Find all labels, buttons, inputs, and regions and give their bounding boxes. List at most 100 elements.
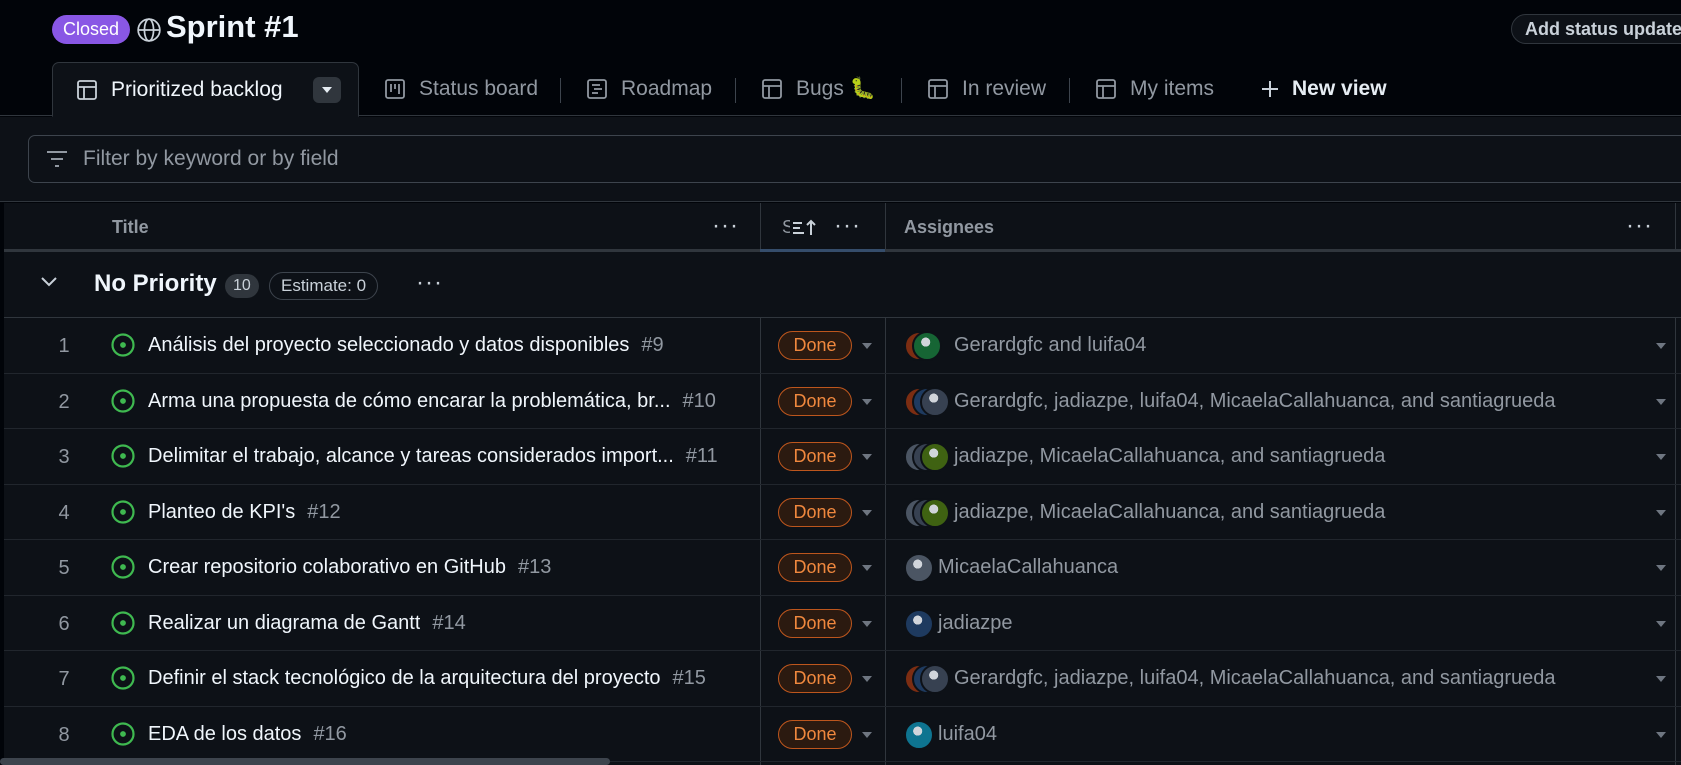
- status-badge[interactable]: Done: [778, 442, 852, 471]
- chevron-down-icon[interactable]: [1655, 342, 1667, 350]
- filter-input[interactable]: [83, 136, 1583, 182]
- tab-in-review[interactable]: In review: [926, 62, 1046, 116]
- status-badge[interactable]: Done: [778, 664, 852, 693]
- chevron-down-icon[interactable]: [861, 342, 873, 350]
- table-icon: [762, 79, 782, 99]
- table-row[interactable]: 7 Definir el stack tecnológico de la arq…: [4, 651, 1681, 707]
- issue-title-link[interactable]: Arma una propuesta de cómo encarar la pr…: [148, 390, 671, 413]
- issue-title-link[interactable]: Crear repositorio colaborativo en GitHub: [148, 556, 506, 579]
- chevron-down-icon[interactable]: [1655, 398, 1667, 406]
- new-view-button[interactable]: New view: [1260, 62, 1387, 116]
- avatar: [920, 386, 950, 417]
- chevron-down-icon[interactable]: [1655, 509, 1667, 517]
- chevron-down-icon[interactable]: [861, 453, 873, 461]
- column-header-title[interactable]: Title: [112, 203, 149, 252]
- status-badge[interactable]: Done: [778, 553, 852, 582]
- chevron-down-icon[interactable]: [1655, 453, 1667, 461]
- status-badge[interactable]: Done: [778, 719, 852, 749]
- filter-icon: [47, 151, 67, 167]
- table-row[interactable]: 1 Análisis del proyecto seleccionado y d…: [4, 318, 1681, 374]
- tab-bugs[interactable]: Bugs 🐛: [760, 62, 876, 116]
- issue-title-link[interactable]: Delimitar el trabajo, alcance y tareas c…: [148, 445, 674, 468]
- tab-roadmap[interactable]: Roadmap: [585, 62, 712, 116]
- table-row[interactable]: 5 Crear repositorio colaborativo en GitH…: [4, 540, 1681, 596]
- status-column-menu-icon[interactable]: ···: [834, 214, 861, 238]
- issue-opened-icon: [111, 721, 135, 746]
- assignees-text[interactable]: luifa04: [938, 723, 997, 746]
- assignees-column-menu-icon[interactable]: ···: [1626, 214, 1653, 238]
- tab-label: Prioritized backlog: [111, 77, 283, 101]
- issue-number: #12: [307, 500, 341, 523]
- issue-opened-icon: [111, 555, 135, 579]
- row-number: 5: [58, 557, 70, 579]
- group-menu-icon[interactable]: ···: [416, 271, 443, 295]
- issue-title-link[interactable]: Definir el stack tecnológico de la arqui…: [148, 667, 661, 690]
- table-row[interactable]: 8 EDA de los datos #16 Done luifa04: [4, 707, 1681, 762]
- chevron-down-icon[interactable]: [861, 675, 873, 683]
- tab-label: My items: [1130, 77, 1214, 100]
- issue-opened-icon: [111, 333, 135, 357]
- table-row[interactable]: 2 Arma una propuesta de cómo encarar la …: [4, 374, 1681, 429]
- column-header-assignees[interactable]: Assignees: [904, 203, 994, 252]
- issue-title-link[interactable]: Planteo de KPI's: [148, 501, 295, 524]
- chevron-down-icon[interactable]: [861, 620, 873, 628]
- row-number: 3: [58, 446, 70, 468]
- project-header: Closed Sprint #1 Add status update: [0, 0, 1681, 60]
- plus-icon: [1262, 81, 1278, 97]
- project-page: Closed Sprint #1 Add status update Prior…: [0, 0, 1681, 765]
- table-row[interactable]: 6 Realizar un diagrama de Gantt #14 Done…: [4, 596, 1681, 651]
- add-status-update-button[interactable]: Add status update: [1511, 14, 1681, 44]
- assignees-text[interactable]: jadiazpe, MicaelaCallahuanca, and santia…: [954, 501, 1385, 524]
- issue-title-link[interactable]: EDA de los datos: [148, 723, 301, 746]
- issue-title-link[interactable]: Realizar un diagrama de Gantt: [148, 612, 420, 635]
- chevron-down-icon[interactable]: [861, 398, 873, 406]
- row-number: 7: [58, 668, 70, 690]
- status-badge[interactable]: Done: [778, 608, 852, 638]
- assignees-text[interactable]: Gerardgfc, jadiazpe, luifa04, MicaelaCal…: [954, 667, 1556, 690]
- table-icon: [77, 79, 97, 100]
- chevron-down-icon[interactable]: [1655, 564, 1667, 572]
- triangle-down-icon: [321, 86, 332, 93]
- avatar: [904, 719, 934, 750]
- row-number: 6: [58, 612, 70, 635]
- chevron-down-icon[interactable]: [861, 564, 873, 572]
- tab-status-board[interactable]: Status board: [383, 62, 538, 116]
- table-row[interactable]: 3 Delimitar el trabajo, alcance y tareas…: [4, 429, 1681, 485]
- column-header-status[interactable]: S: [782, 203, 790, 252]
- chevron-down-icon[interactable]: [1655, 731, 1667, 739]
- issue-number: #11: [685, 445, 718, 467]
- chevron-down-icon[interactable]: [1655, 620, 1667, 628]
- status-badge[interactable]: Done: [778, 386, 852, 416]
- issue-title-link[interactable]: Análisis del proyecto seleccionado y dat…: [148, 334, 629, 357]
- assignees-text[interactable]: Gerardgfc and luifa04: [954, 334, 1146, 357]
- assignees-text[interactable]: MicaelaCallahuanca: [938, 556, 1118, 579]
- row-number: 8: [58, 723, 70, 746]
- issue-number: #10: [682, 389, 716, 412]
- issue-title-cell: EDA de los datos #16: [148, 723, 347, 746]
- tab-my-items[interactable]: My items: [1094, 62, 1214, 116]
- chevron-down-icon[interactable]: [40, 276, 58, 288]
- tab-label: New view: [1292, 77, 1387, 100]
- status-badge[interactable]: Done: [778, 331, 852, 360]
- view-tabs: Prioritized backlog Status board Roadmap…: [0, 62, 1681, 117]
- issue-title-cell: Arma una propuesta de cómo encarar la pr…: [148, 390, 716, 413]
- state-badge: Closed: [52, 15, 130, 44]
- horizontal-scrollbar[interactable]: [0, 758, 610, 765]
- page-title: Sprint #1: [166, 9, 299, 44]
- status-badge[interactable]: Done: [778, 497, 852, 527]
- sort-ascending-icon[interactable]: [792, 219, 818, 237]
- table-row[interactable]: 4 Planteo de KPI's #12 Done jadiazpe, Mi…: [4, 485, 1681, 540]
- group-header: No Priority 10 Estimate: 0 ···: [4, 252, 1681, 318]
- assignees-text[interactable]: Gerardgfc, jadiazpe, luifa04, MicaelaCal…: [954, 390, 1556, 413]
- column-divider: [1675, 203, 1676, 252]
- chevron-down-icon[interactable]: [861, 509, 873, 517]
- issue-number: #13: [517, 556, 552, 578]
- assignees-text[interactable]: jadiazpe: [938, 612, 1013, 635]
- view-options-button[interactable]: [312, 76, 341, 103]
- title-column-menu-icon[interactable]: ···: [712, 214, 739, 238]
- issue-title-cell: Realizar un diagrama de Gantt #14: [148, 612, 466, 635]
- tab-prioritized-backlog[interactable]: Prioritized backlog: [52, 62, 359, 117]
- chevron-down-icon[interactable]: [1655, 675, 1667, 683]
- assignees-text[interactable]: jadiazpe, MicaelaCallahuanca, and santia…: [954, 445, 1385, 468]
- chevron-down-icon[interactable]: [861, 731, 873, 739]
